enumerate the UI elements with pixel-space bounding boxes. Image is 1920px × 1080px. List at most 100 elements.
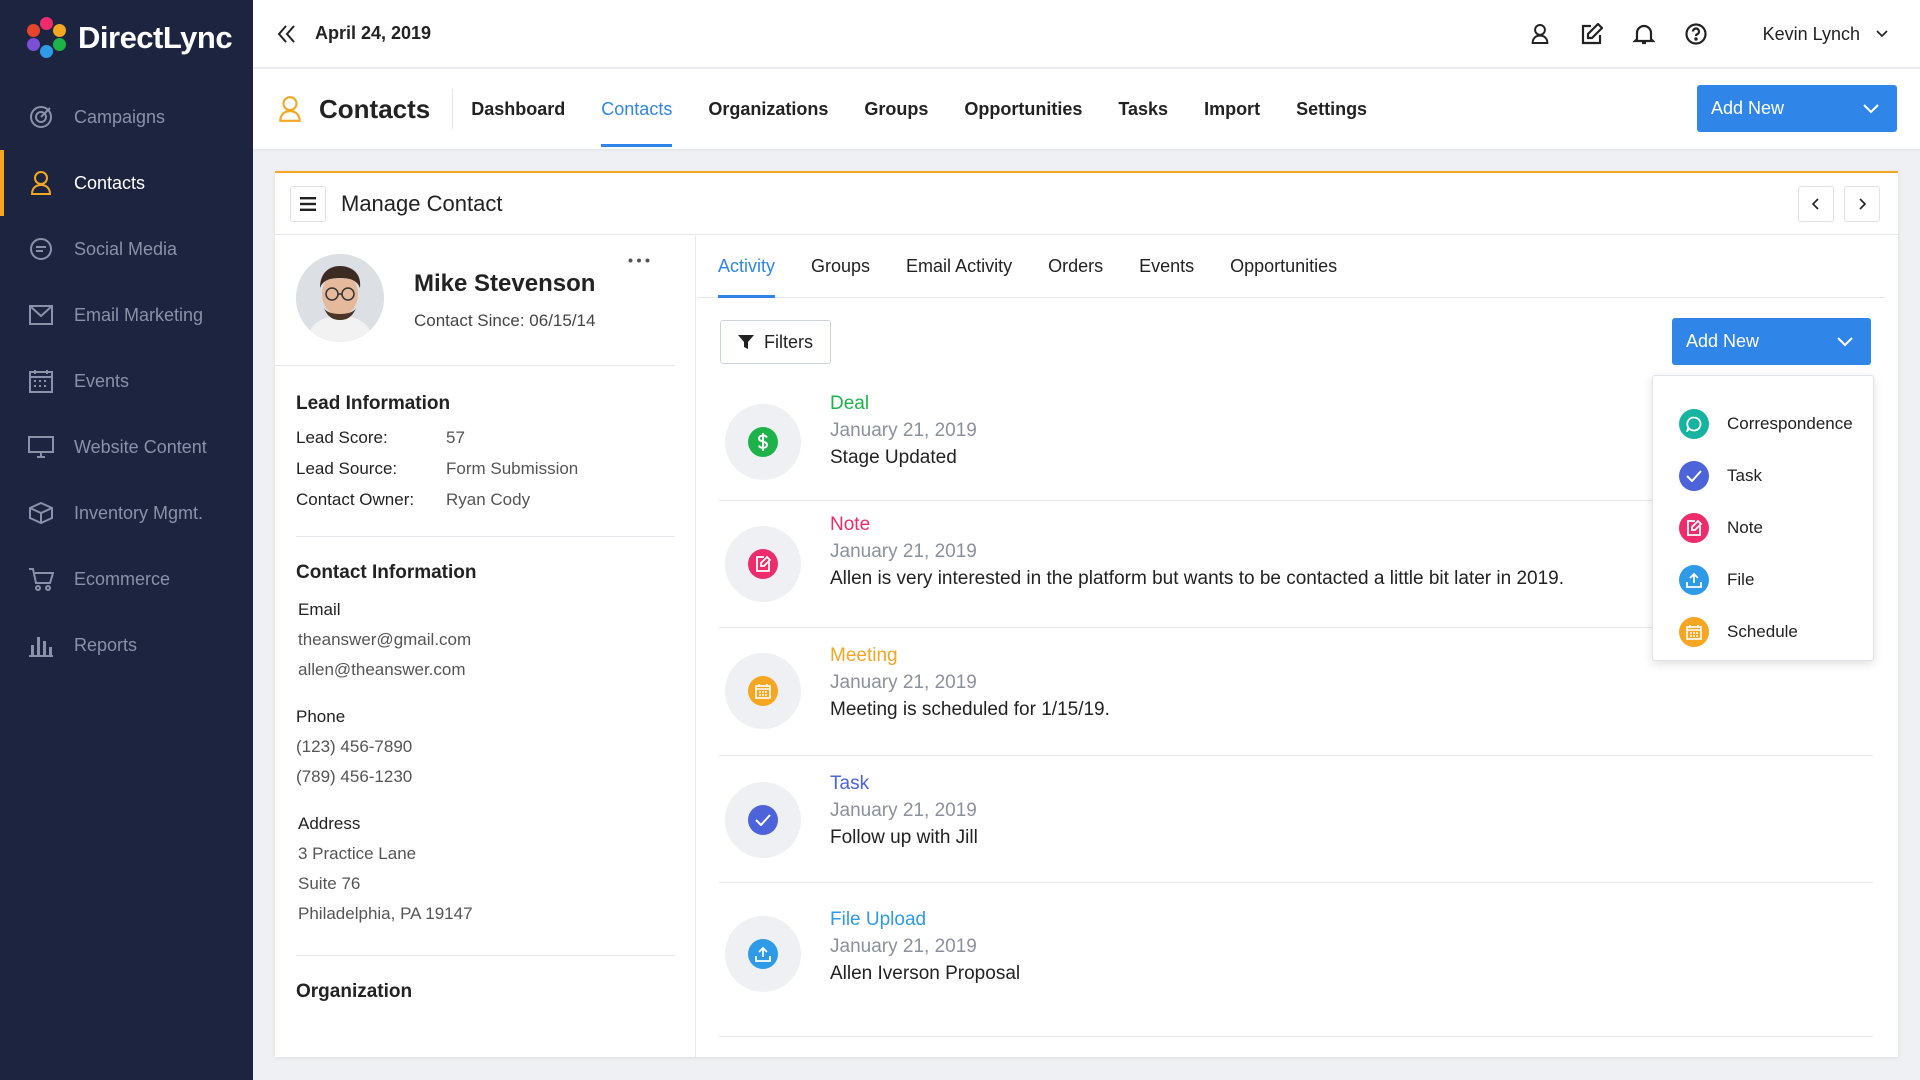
menu-item-task[interactable]: Task [1653,450,1873,502]
menu-item-file[interactable]: File [1653,554,1873,606]
activity-date: January 21, 2019 [830,936,977,957]
help-icon[interactable] [1682,20,1710,48]
card-title: Manage Contact [341,190,503,216]
sidebar-item-events[interactable]: Events [0,348,253,414]
sidebar-item-reports[interactable]: Reports [0,612,253,678]
sidebar-item-label: Events [74,370,130,391]
menu-item-label: Task [1727,466,1762,485]
cart-icon [28,566,54,592]
sidebar-item-label: Social Media [74,238,178,259]
tab-groups[interactable]: Groups [846,69,946,149]
contact-since: Contact Since: 06/15/14 [414,311,596,330]
activity-type: Meeting [830,645,898,666]
menu-item-label: Schedule [1727,622,1798,641]
add-new-button[interactable]: Add New [1697,85,1897,132]
add-new-label: Add New [1711,98,1785,118]
phone-value[interactable]: (123) 456-7890 [296,737,675,757]
tab-events[interactable]: Events [1121,236,1212,297]
contacts-icon [275,94,305,124]
brand[interactable]: DirectLync [0,0,253,76]
contact-profile: Mike Stevenson Contact Since: 06/15/14 L… [275,236,696,1059]
bell-icon[interactable] [1630,20,1658,48]
activity-type: Note [830,514,871,535]
tab-orders[interactable]: Orders [1030,236,1121,297]
chevron-right-icon [1859,198,1866,210]
activity-description: Allen is very interested in the platform… [830,568,1565,589]
chevron-down-icon [1837,336,1853,346]
add-new-label: Add New [1686,331,1760,351]
feed-icon-circle [725,526,801,602]
phone-label: Phone [296,707,346,726]
phone-value[interactable]: (789) 456-1230 [296,767,675,787]
lead-source-row: Lead Source: Form Submission [296,459,675,479]
sidebar: DirectLync Campaigns Contacts Social Med… [0,0,253,1080]
tab-opportunities[interactable]: Opportunities [1212,236,1355,297]
more-options-button[interactable] [625,250,653,270]
email-value[interactable]: allen@theanswer.com [296,660,675,680]
sidebar-item-contacts[interactable]: Contacts [0,150,253,216]
sidebar-item-website-content[interactable]: Website Content [0,414,253,480]
menu-item-correspondence[interactable]: Correspondence [1653,398,1873,450]
email-value[interactable]: theanswer@gmail.com [296,630,675,650]
sidebar-item-inventory[interactable]: Inventory Mgmt. [0,480,253,546]
section-header: Contacts Dashboard Contacts Organization… [253,69,1920,149]
back-button[interactable] [267,14,307,54]
menu-item-note[interactable]: Note [1653,502,1873,554]
sidebar-item-social-media[interactable]: Social Media [0,216,253,282]
menu-button[interactable] [290,185,326,222]
address-line: Philadelphia, PA 19147 [298,904,473,923]
pager [1798,186,1880,222]
add-new-activity-button[interactable]: Add New [1672,318,1871,365]
more-horizontal-icon [628,258,650,262]
activity-item-file-upload[interactable]: File Upload January 21, 2019 Allen Ivers… [719,883,1873,1037]
tab-settings[interactable]: Settings [1278,69,1385,149]
tab-opportunities[interactable]: Opportunities [946,69,1100,149]
tab-contacts[interactable]: Contacts [583,69,690,149]
tab-dashboard[interactable]: Dashboard [453,69,583,149]
lead-score-row: Lead Score: 57 [296,428,675,448]
activity-date: January 21, 2019 [830,672,977,693]
tab-activity[interactable]: Activity [700,236,793,298]
upload-icon [748,939,778,969]
feed-icon-circle [725,916,801,992]
section-tabs: Dashboard Contacts Organizations Groups … [453,69,1385,149]
tab-import[interactable]: Import [1186,69,1278,149]
tab-organizations[interactable]: Organizations [690,69,846,149]
menu-item-schedule[interactable]: Schedule [1653,606,1873,658]
note-icon [1679,513,1709,543]
activity-description: Follow up with Jill [830,827,978,848]
sidebar-item-ecommerce[interactable]: Ecommerce [0,546,253,612]
filter-icon [738,335,754,349]
tab-email-activity[interactable]: Email Activity [888,236,1030,297]
avatar [296,254,384,342]
sidebar-item-label: Ecommerce [74,568,171,589]
user-menu[interactable]: Kevin Lynch [1763,0,1888,68]
activity-item-task[interactable]: Task January 21, 2019 Follow up with Jil… [719,756,1873,883]
sidebar-item-campaigns[interactable]: Campaigns [0,84,253,150]
sidebar-item-email-marketing[interactable]: Email Marketing [0,282,253,348]
filters-button[interactable]: Filters [720,320,831,364]
tab-tasks[interactable]: Tasks [1100,69,1186,149]
next-button[interactable] [1844,186,1880,222]
compose-icon[interactable] [1578,20,1606,48]
feed-text: Task January 21, 2019 Follow up with Jil… [830,773,978,849]
tab-groups[interactable]: Groups [793,236,888,297]
sidebar-item-label: Website Content [74,436,207,457]
profile-icon[interactable] [1526,20,1554,48]
previous-button[interactable] [1798,186,1834,222]
page-title: Contacts [319,89,454,129]
activity-tabs: Activity Groups Email Activity Orders Ev… [697,236,1885,298]
chevron-down-icon [1876,30,1888,38]
sidebar-nav: Campaigns Contacts Social Media Email Ma… [0,84,253,678]
current-date: April 24, 2019 [315,23,432,43]
double-chevron-left-icon [277,24,295,43]
target-icon [28,104,54,130]
sidebar-item-label: Campaigns [74,106,166,127]
organization-section: Organization [296,956,695,1003]
lead-source-label: Lead Source: [296,459,398,478]
upload-icon [1679,565,1709,595]
address-line: 3 Practice Lane [298,844,417,863]
email-label: Email [298,600,341,619]
chat-bubble-icon [28,236,54,262]
card-header: Manage Contact [275,173,1898,235]
